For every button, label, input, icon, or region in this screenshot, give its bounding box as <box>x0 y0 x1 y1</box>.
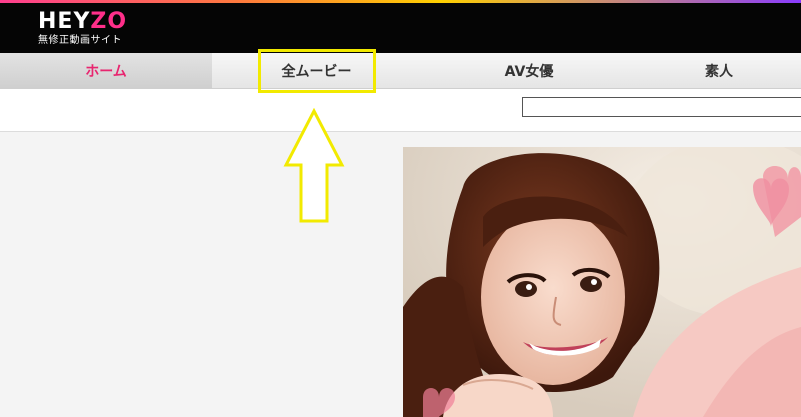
site-header: HEYZO 無修正動画サイト <box>0 0 801 53</box>
up-arrow-icon <box>283 108 345 223</box>
header-accent-line <box>0 0 801 3</box>
highlight-box <box>258 49 376 93</box>
main-nav: ホーム 全ムービー AV女優 素人 <box>0 53 801 89</box>
site-logo[interactable]: HEYZO 無修正動画サイト <box>38 11 127 48</box>
featured-photo[interactable] <box>403 147 801 417</box>
nav-item-av-actresses[interactable]: AV女優 <box>421 53 637 88</box>
logo-tagline: 無修正動画サイト <box>38 35 122 46</box>
nav-item-amateur[interactable]: 素人 <box>637 53 801 88</box>
search-bar <box>0 89 801 132</box>
search-input[interactable] <box>522 97 801 117</box>
nav-item-home[interactable]: ホーム <box>0 53 212 88</box>
logo-wordmark: HEYZO <box>38 9 128 34</box>
